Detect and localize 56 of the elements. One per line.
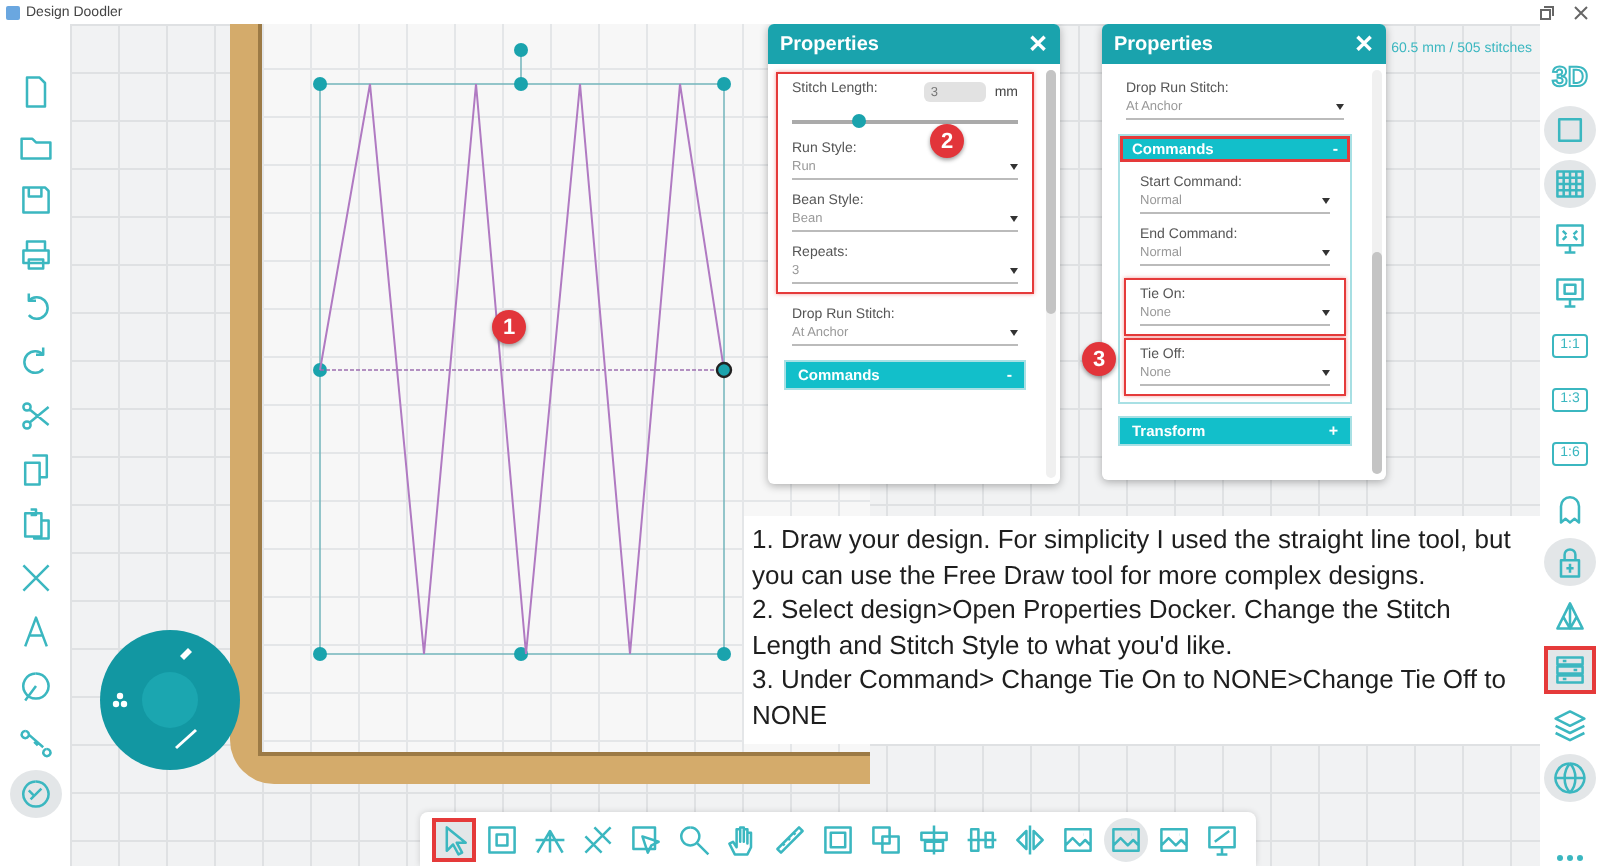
close-button[interactable]: ✕ [1354, 30, 1374, 58]
label-tool-button[interactable]: 3D [1544, 52, 1596, 100]
caret-icon [1322, 198, 1330, 204]
monitor-edit-icon [1204, 821, 1240, 857]
caret-icon [1336, 104, 1344, 110]
transform-icon [484, 821, 520, 857]
caret-icon [1322, 250, 1330, 256]
mirror-icon [1012, 821, 1048, 857]
image-tool-button[interactable] [1104, 817, 1148, 861]
measure-icon [772, 821, 808, 857]
cut-icon [17, 398, 53, 434]
close-icon[interactable] [1574, 5, 1588, 19]
end-point-handle[interactable] [715, 361, 733, 379]
step-marker: 3 [1082, 342, 1116, 376]
align-h-icon [916, 821, 952, 857]
instruction-text: 3. Under Command> Change Tie On to NONE>Change Tie Off to NONE [752, 662, 1508, 732]
print-icon [17, 236, 53, 272]
save-icon [17, 182, 53, 218]
properties-icon [1552, 652, 1588, 688]
zoom-icon [676, 821, 712, 857]
close-button[interactable]: ✕ [1028, 30, 1048, 58]
group-icon [820, 821, 856, 857]
shape-select-icon [628, 821, 664, 857]
more-icon[interactable] [1556, 854, 1584, 862]
zoom-box-icon [1552, 274, 1588, 310]
globe-tool-button[interactable] [1544, 754, 1596, 802]
scrollbar[interactable] [1046, 70, 1056, 478]
drawing-tool-dial[interactable] [100, 630, 240, 770]
panel-title: Properties [780, 33, 879, 55]
fit-icon [1552, 220, 1588, 256]
delete-icon [17, 560, 53, 596]
grid-icon [1552, 166, 1588, 202]
caret-icon [1010, 163, 1018, 169]
globe-icon [1552, 760, 1588, 796]
caret-icon [1322, 370, 1330, 376]
properties-tool-button[interactable] [1544, 646, 1596, 694]
caret-icon [1010, 215, 1018, 221]
caret-icon [1322, 310, 1330, 316]
slider-thumb[interactable] [852, 114, 867, 128]
stitch-icon [17, 668, 53, 704]
lock-tool-button[interactable] [1544, 538, 1596, 586]
grid-tool-button[interactable] [1544, 160, 1596, 208]
select-tool-button[interactable] [432, 817, 476, 861]
ungroup-icon [868, 821, 904, 857]
layers-icon [1552, 706, 1588, 742]
scrollbar[interactable] [1372, 70, 1382, 474]
caret-icon [1010, 267, 1018, 273]
instruction-text: 1. Draw your design. For simplicity I used the straight line tool, but you can use the Free Draw tool for more complex designs. [752, 522, 1513, 592]
app-icon [6, 5, 20, 19]
satin-tool-button[interactable] [9, 770, 61, 818]
restore-icon[interactable] [1540, 5, 1554, 19]
frame-tool-button[interactable] [1544, 106, 1596, 154]
frame-icon [1552, 112, 1588, 148]
caret-icon [1010, 329, 1018, 335]
panel-title: Properties [1114, 33, 1213, 55]
instruction-text: 2. Select design>Open Properties Docker. Change the Stitch Length and Stitch Style to what you'd like. [752, 592, 1453, 662]
